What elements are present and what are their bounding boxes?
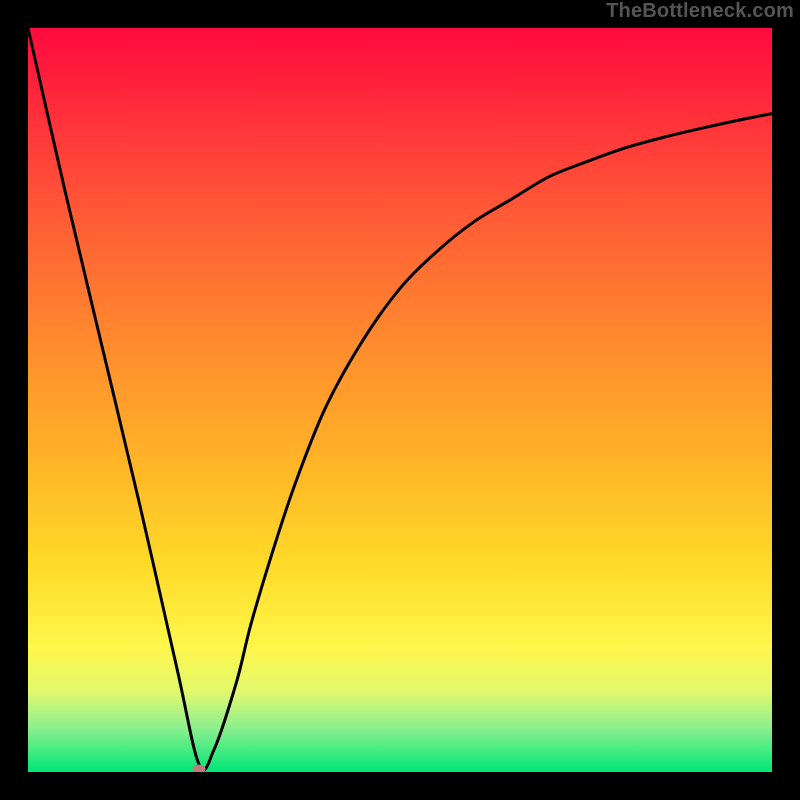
attribution-text: TheBottleneck.com (606, 0, 794, 23)
plot-area (28, 28, 772, 772)
chart-frame: TheBottleneck.com (0, 0, 800, 800)
bottleneck-curve (28, 28, 772, 772)
minimum-marker (193, 765, 206, 773)
